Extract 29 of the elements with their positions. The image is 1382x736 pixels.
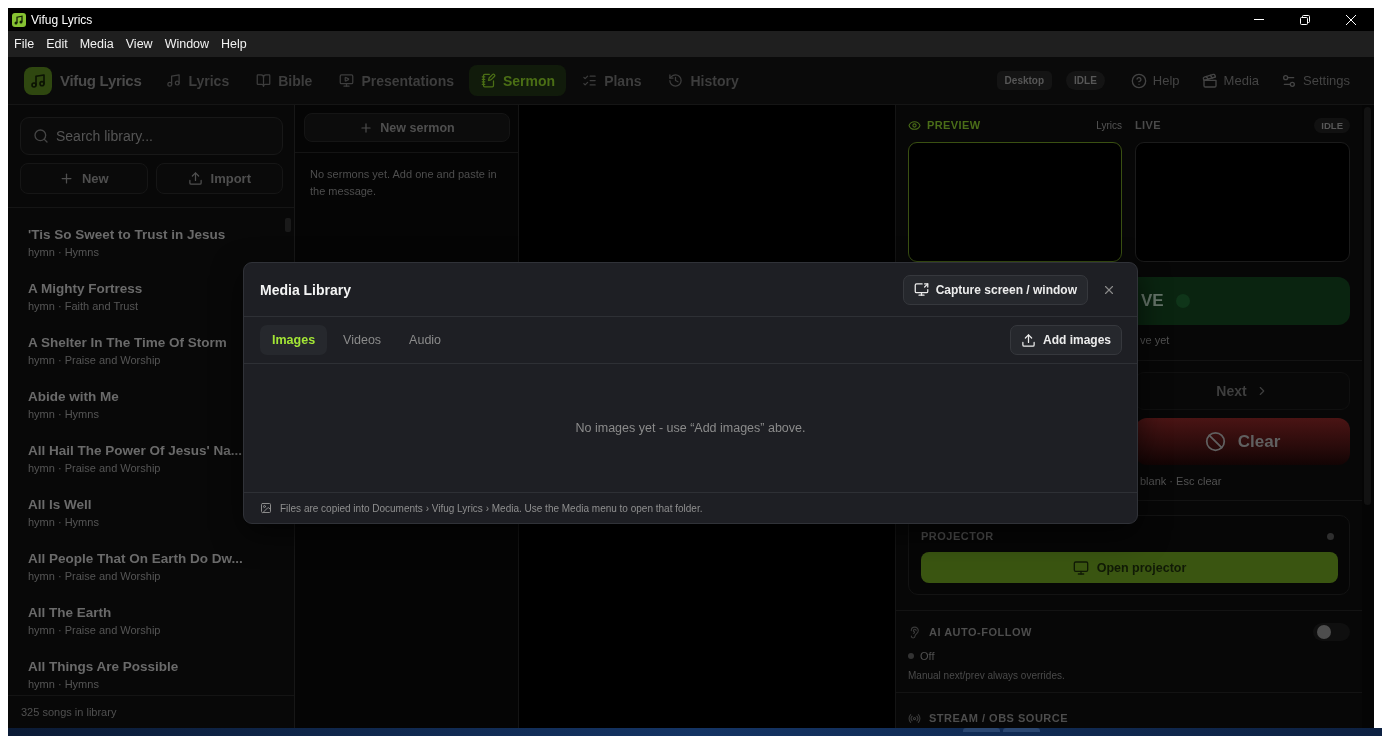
window-title: Vifug Lyrics: [31, 12, 93, 27]
footer-note: Files are copied into Documents › Vifug Lyrics › Media. Use the Media menu to open that folder.: [280, 502, 703, 514]
status-badge: IDLE: [1314, 117, 1350, 133]
section-title: PROJECTOR: [921, 530, 994, 542]
status-badge: IDLE: [1066, 71, 1105, 90]
auto-follow-note: Manual next/prev always overrides.: [908, 669, 1065, 683]
song-subtitle: hymn · Praise and Worship: [28, 569, 161, 584]
song-subtitle: hymn · Faith and Trust: [28, 299, 139, 314]
song-subtitle: hymn · Hymns: [28, 677, 99, 692]
song-subtitle: hymn · Hymns: [28, 515, 99, 530]
auto-follow-status: Off: [920, 650, 935, 662]
shortcut-hint: blank · Esc clear: [1140, 474, 1222, 488]
status-badge: Desktop: [996, 71, 1053, 90]
song-subtitle: hymn · Praise and Worship: [28, 461, 161, 476]
empty-message: No images yet - use “Add images” above.: [575, 421, 806, 435]
song-count: 325 songs in library: [21, 706, 117, 718]
live-note: ve yet: [1140, 333, 1170, 347]
song-subtitle: hymn · Hymns: [28, 245, 99, 260]
preview-label: PREVIEW: [927, 119, 981, 131]
song-subtitle: hymn · Praise and Worship: [28, 353, 161, 368]
song-subtitle: hymn · Hymns: [28, 407, 99, 422]
section-title: AI AUTO-FOLLOW: [929, 626, 1032, 638]
section-title: STREAM / OBS SOURCE: [929, 712, 1069, 724]
song-subtitle: hymn · Praise and Worship: [28, 623, 161, 638]
brand-name: Vifug Lyrics: [60, 72, 142, 89]
preview-source: Lyrics: [1096, 119, 1122, 131]
dialog-title: Media Library: [260, 281, 352, 298]
empty-message: No sermons yet. Add one and paste in the message.: [309, 167, 498, 199]
live-label: LIVE: [1135, 119, 1162, 131]
